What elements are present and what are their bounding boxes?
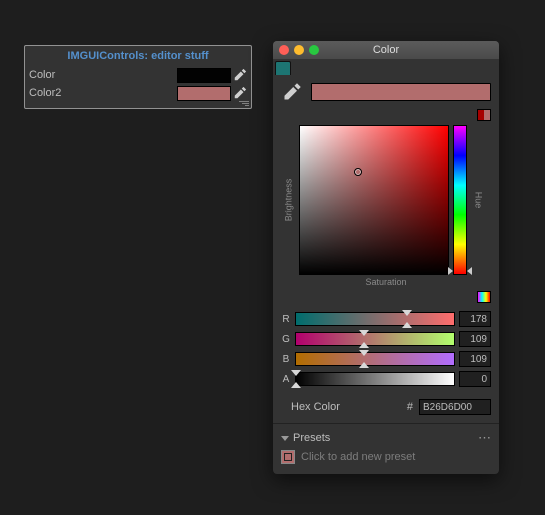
- hue-slider[interactable]: [453, 125, 467, 275]
- hue-thumb[interactable]: [467, 267, 472, 275]
- minimize-icon[interactable]: [294, 45, 304, 55]
- current-color-swatch: [311, 83, 491, 101]
- hue-axis-label: Hue: [471, 125, 485, 275]
- r-value-input[interactable]: 178: [459, 311, 491, 327]
- eyedropper-icon[interactable]: [233, 86, 247, 100]
- hue-thumb[interactable]: [448, 267, 453, 275]
- channel-label: G: [281, 334, 291, 345]
- color-swatch[interactable]: [177, 68, 231, 83]
- inspector-title: IMGUIControls: editor stuff: [25, 46, 251, 66]
- property-row: Color2: [25, 84, 251, 102]
- slider-mode-toggle[interactable]: [477, 291, 491, 303]
- b-slider[interactable]: [295, 352, 455, 366]
- hex-hash: #: [407, 401, 413, 413]
- g-slider[interactable]: [295, 332, 455, 346]
- close-icon[interactable]: [279, 45, 289, 55]
- b-value-input[interactable]: 109: [459, 351, 491, 367]
- eyedropper-icon[interactable]: [233, 68, 247, 82]
- presets-menu-icon[interactable]: ⋯: [478, 433, 491, 443]
- window-titlebar[interactable]: Color: [273, 41, 499, 59]
- channel-label: A: [281, 374, 291, 385]
- color-picker-window: Color Brightness Hue: [273, 41, 499, 474]
- property-label: Color: [27, 69, 177, 81]
- channel-row-g: G 109: [281, 329, 491, 349]
- hex-input[interactable]: B26D6D00: [419, 399, 491, 415]
- a-value-input[interactable]: 0: [459, 371, 491, 387]
- channel-row-b: B 109: [281, 349, 491, 369]
- channel-label: B: [281, 354, 291, 365]
- color-compare-chip[interactable]: [477, 109, 491, 121]
- resize-handle[interactable]: [237, 101, 249, 107]
- presets-hint[interactable]: Click to add new preset: [301, 451, 415, 463]
- inspector-panel: IMGUIControls: editor stuff Color Color2: [24, 45, 252, 109]
- channel-label: R: [281, 314, 291, 325]
- sv-cursor[interactable]: [354, 168, 362, 176]
- channel-row-a: A 0: [281, 369, 491, 389]
- saturation-axis-label: Saturation: [281, 277, 491, 287]
- presets-header[interactable]: Presets ⋯: [281, 432, 491, 444]
- saturation-brightness-field[interactable]: [299, 125, 449, 275]
- chevron-down-icon: [281, 436, 289, 441]
- presets-label: Presets: [293, 432, 330, 444]
- property-label: Color2: [27, 87, 177, 99]
- channel-row-r: R 178: [281, 309, 491, 329]
- a-slider[interactable]: [295, 372, 455, 386]
- eyedropper-button[interactable]: [281, 81, 303, 103]
- property-row: Color: [25, 66, 251, 84]
- r-slider[interactable]: [295, 312, 455, 326]
- tab-color[interactable]: [275, 61, 291, 75]
- color-swatch[interactable]: [177, 86, 231, 101]
- brightness-axis-label: Brightness: [281, 125, 295, 275]
- maximize-icon[interactable]: [309, 45, 319, 55]
- preset-swatch[interactable]: [281, 450, 295, 464]
- tab-bar: [273, 59, 499, 75]
- g-value-input[interactable]: 109: [459, 331, 491, 347]
- hex-label: Hex Color: [291, 401, 340, 413]
